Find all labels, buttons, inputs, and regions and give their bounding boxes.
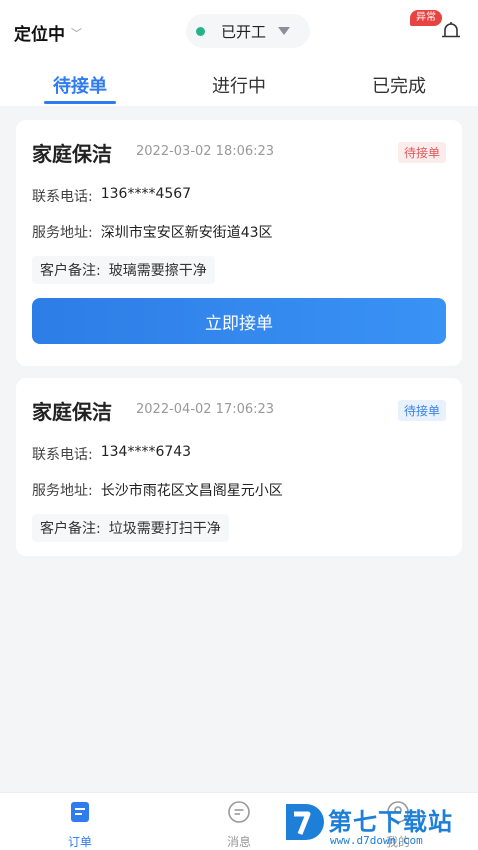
work-status-toggle[interactable]: 已开工 [186,14,310,48]
alert-button[interactable]: 异常 [410,10,468,48]
nav-messages[interactable]: 消息 [199,799,279,850]
note-value: 玻璃需要擦干净 [108,263,207,279]
phone-label: 联系电话: [32,447,93,463]
status-badge: 待接单 [397,142,446,163]
status-badge: 待接单 [397,400,446,421]
order-tabs: 待接单 进行中 已完成 [0,62,478,106]
d7down-logo-icon [286,804,324,840]
address-value: 长沙市雨花区文昌阁星元小区 [100,483,283,499]
order-card[interactable]: 家庭保洁 2022-04-02 17:06:23 待接单 联系电话: 134**… [16,378,462,556]
order-title: 家庭保洁 [32,142,112,166]
nav-label-orders: 订单 [67,835,92,849]
customer-note: 客户备注: 垃圾需要打扫干净 [32,514,229,542]
tab-in-progress[interactable]: 进行中 [179,72,299,98]
nav-orders[interactable]: 订单 [40,799,120,850]
status-dot-icon [196,26,205,36]
address-row: 服务地址: 长沙市雨花区文昌阁星元小区 [32,480,283,500]
tab-completed[interactable]: 已完成 [339,72,459,98]
tab-pending[interactable]: 待接单 [20,72,140,98]
order-card[interactable]: 家庭保洁 2022-03-02 18:06:23 待接单 联系电话: 136**… [16,120,462,366]
location-label: 定位中 [14,25,65,45]
chevron-down-icon: ﹀ [71,26,82,40]
address-row: 服务地址: 深圳市宝安区新安街道43区 [32,222,273,242]
order-header: 家庭保洁 2022-03-02 18:06:23 待接单 [32,138,446,166]
watermark-name: 第七下载站 [328,808,453,836]
active-tab-indicator [44,101,116,104]
top-bar: 定位中 ﹀ 已开工 异常 [0,0,478,62]
note-value: 垃圾需要打扫干净 [108,521,221,537]
note-label: 客户备注: [40,521,101,537]
address-value: 深圳市宝安区新安街道43区 [100,225,273,241]
phone-row: 联系电话: 134****6743 [32,444,191,464]
phone-value[interactable]: 136****4567 [101,186,191,206]
caret-down-icon [278,27,291,35]
bell-icon [442,22,460,38]
site-watermark: 第七下载站 www.d7down.com [282,798,478,850]
customer-note: 客户备注: 玻璃需要擦干净 [32,256,215,284]
order-title: 家庭保洁 [32,400,112,424]
work-status-label: 已开工 [221,22,267,41]
nav-label-messages: 消息 [226,835,251,849]
order-header: 家庭保洁 2022-04-02 17:06:23 待接单 [32,396,446,424]
note-label: 客户备注: [40,263,101,279]
phone-row: 联系电话: 136****4567 [32,186,191,206]
message-icon [228,801,250,823]
address-label: 服务地址: [32,483,93,499]
order-time: 2022-03-02 18:06:23 [136,144,275,159]
accept-order-button[interactable]: 立即接单 [32,298,446,344]
phone-value[interactable]: 134****6743 [101,444,191,464]
order-time: 2022-04-02 17:06:23 [136,402,275,417]
address-label: 服务地址: [32,225,93,241]
phone-label: 联系电话: [32,189,93,205]
location-selector[interactable]: 定位中 ﹀ [14,20,82,45]
order-icon [71,802,89,822]
alert-badge: 异常 [410,10,442,26]
watermark-url: www.d7down.com [330,834,423,847]
